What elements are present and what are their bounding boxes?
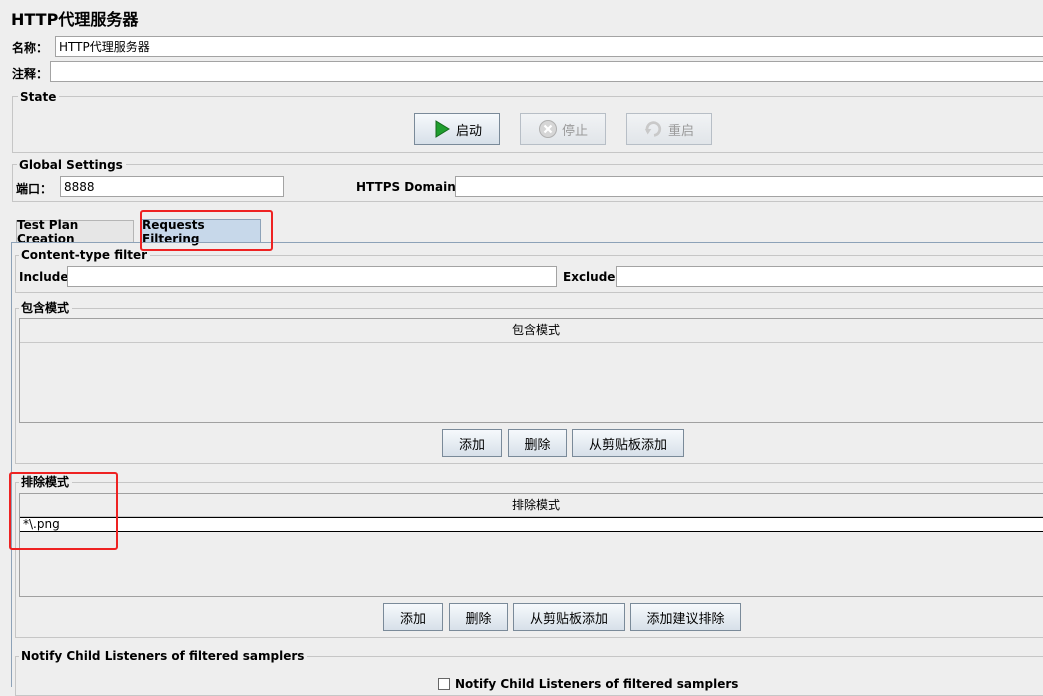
global-settings-legend: Global Settings: [17, 158, 126, 172]
name-input[interactable]: HTTP代理服务器: [55, 36, 1043, 57]
https-domains-input[interactable]: [455, 176, 1043, 197]
port-input[interactable]: 8888: [60, 176, 284, 197]
include-add-button[interactable]: 添加: [442, 429, 502, 457]
comment-input[interactable]: [50, 61, 1043, 82]
include-paste-button[interactable]: 从剪贴板添加: [572, 429, 684, 457]
include-patterns-column-header[interactable]: 包含模式: [20, 319, 1043, 343]
table-row[interactable]: *\.png: [20, 517, 1043, 532]
restart-button[interactable]: 重启: [626, 113, 712, 145]
exclude-add-button[interactable]: 添加: [383, 603, 443, 631]
highlight-box-tab: [140, 210, 273, 251]
content-type-legend: Content-type filter: [19, 248, 150, 262]
exclude-paste-button[interactable]: 从剪贴板添加: [513, 603, 625, 631]
include-delete-button[interactable]: 删除: [508, 429, 567, 457]
stop-button-label: 停止: [561, 123, 588, 139]
exclude-input[interactable]: [616, 266, 1043, 287]
highlight-box-exclude: [9, 472, 118, 550]
exclude-delete-button[interactable]: 删除: [449, 603, 508, 631]
state-legend: State: [18, 90, 60, 104]
stop-button[interactable]: 停止: [520, 113, 606, 145]
exclude-suggest-button[interactable]: 添加建议排除: [630, 603, 741, 631]
restart-button-label: 重启: [667, 123, 694, 139]
include-patterns-table[interactable]: 包含模式: [19, 318, 1043, 423]
include-label: Include:: [19, 270, 74, 284]
notify-checkbox-label: Notify Child Listeners of filtered sampl…: [455, 677, 739, 691]
name-label: 名称：: [12, 41, 49, 55]
restart-icon: [644, 119, 664, 139]
start-button-label: 启动: [455, 123, 482, 139]
stop-icon: [538, 119, 558, 139]
page-title: HTTP代理服务器: [11, 10, 139, 29]
include-patterns-legend: 包含模式: [19, 301, 73, 315]
notify-checkbox[interactable]: [438, 678, 450, 690]
play-icon: [432, 119, 452, 139]
exclude-patterns-column-header[interactable]: 排除模式: [20, 494, 1043, 517]
comment-label: 注释：: [12, 67, 49, 81]
notify-legend: Notify Child Listeners of filtered sampl…: [19, 649, 308, 663]
port-label: 端口：: [16, 182, 53, 196]
start-button[interactable]: 启动: [414, 113, 500, 145]
exclude-patterns-table[interactable]: 排除模式 *\.png: [19, 493, 1043, 597]
https-domains-label: HTTPS Domains:: [356, 180, 468, 194]
tab-test-plan-creation[interactable]: Test Plan Creation: [16, 218, 134, 246]
include-input[interactable]: [67, 266, 557, 287]
exclude-label: Exclude:: [563, 270, 621, 284]
